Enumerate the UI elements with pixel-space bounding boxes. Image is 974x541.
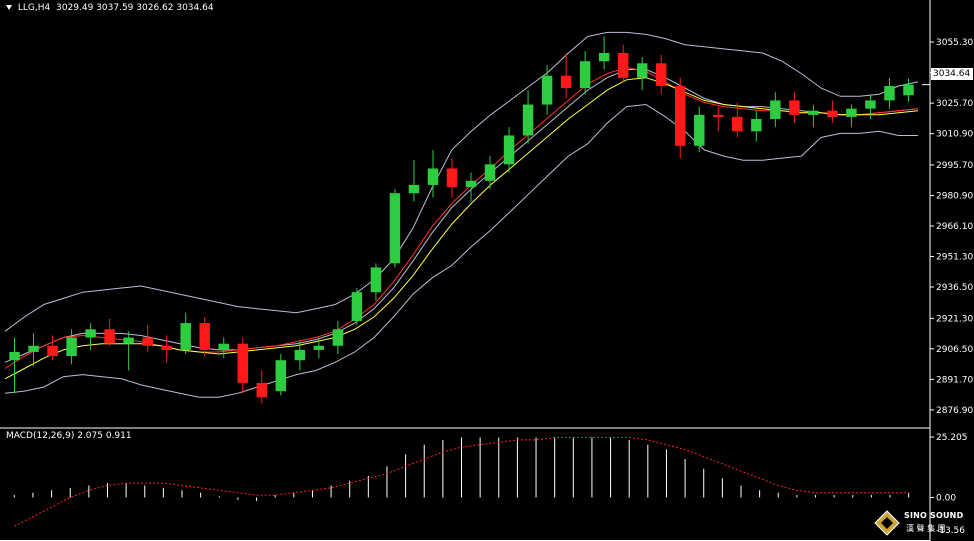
candle-body: [522, 104, 534, 136]
candle-body: [427, 168, 439, 185]
candle-body: [579, 61, 591, 89]
candle-body: [503, 135, 515, 165]
current-price-label: 3034.64: [931, 68, 973, 80]
dropdown-arrow-icon[interactable]: [6, 5, 12, 10]
candle-body: [865, 100, 876, 109]
candle-body: [47, 345, 58, 357]
candle-body: [161, 345, 172, 350]
price-tick-label: 2951.30: [936, 252, 973, 262]
candle-body: [199, 323, 210, 350]
price-tick-label: 2966.10: [936, 222, 973, 232]
logo-name: SINO SOUND: [904, 511, 964, 520]
price-tick-label: 2906.50: [936, 345, 973, 355]
candle-body: [446, 168, 458, 188]
candle-body: [218, 343, 229, 350]
candle-body: [9, 351, 20, 361]
candle-body: [541, 75, 553, 105]
candle-body: [389, 193, 401, 264]
symbol-label: LLG,H4: [17, 3, 51, 13]
price-tick-label: 3055.30: [936, 38, 973, 48]
series-line-bollinger-lower: [4, 103, 918, 398]
candle-body: [770, 100, 781, 119]
price-tick-label: 3025.70: [936, 99, 973, 109]
candle-body: [85, 329, 96, 338]
candle-body: [370, 267, 382, 293]
chart-window: 3055.303040.503025.703010.902995.702980.…: [0, 0, 974, 541]
candle-body: [66, 337, 77, 357]
series-line-bollinger-middle: [4, 69, 919, 363]
price-tick-label: 2891.70: [936, 375, 973, 385]
candle-body: [789, 100, 800, 115]
price-tick-label: 2980.90: [936, 191, 973, 201]
candle-body: [675, 85, 686, 146]
logo-chinese: 漢 聲 集 團: [906, 524, 946, 533]
macd-header: MACD(12,26,9) 2.075 0.911: [6, 431, 132, 441]
candle-body: [484, 164, 496, 181]
candle-body: [408, 184, 420, 194]
candle-body: [636, 63, 648, 78]
header-bar: LLG,H4 3029.49 3037.59 3026.62 3034.64: [6, 3, 214, 13]
series-line-ma-fast: [4, 66, 919, 369]
candle-body: [694, 114, 705, 146]
price-tick-label: 2921.30: [936, 314, 973, 324]
candle-body: [332, 329, 344, 346]
candle-body: [28, 345, 39, 352]
price-tick-label: 2936.50: [936, 283, 973, 293]
sino-sound-logo: SINO SOUND 漢 聲 集 團: [872, 508, 972, 540]
candle-body: [713, 114, 724, 117]
candle-body: [903, 84, 914, 96]
candle-body: [884, 85, 895, 101]
candle-body: [142, 337, 153, 346]
candle-body: [294, 349, 306, 361]
candle-body: [808, 110, 819, 115]
series-line-ma-slow: [4, 77, 919, 380]
candle-body: [351, 292, 363, 322]
macd-tick-label: 25.205: [936, 433, 968, 443]
series-line-bollinger-upper: [4, 31, 919, 332]
candle-body: [560, 75, 572, 89]
price-tick-label: 2995.70: [936, 161, 973, 171]
price-tick-label: 2876.90: [936, 406, 973, 416]
candle-body: [617, 52, 629, 78]
candle-body: [598, 52, 610, 62]
price-tick-label: 3010.90: [936, 130, 973, 140]
candle-body: [180, 323, 191, 350]
ohlc-values: 3029.49 3037.59 3026.62 3034.64: [56, 3, 214, 13]
candle-body: [237, 343, 248, 383]
candle-body: [104, 329, 115, 344]
candle-body: [751, 118, 762, 132]
candle-body: [827, 110, 838, 117]
candle-body: [275, 360, 287, 392]
candle-body: [655, 63, 667, 86]
candle-body: [846, 108, 857, 117]
candle-body: [732, 116, 743, 132]
candle-body: [256, 382, 268, 398]
chart-canvas[interactable]: 3055.303040.503025.703010.902995.702980.…: [0, 0, 974, 541]
candle-body: [465, 180, 477, 188]
candle-body: [123, 337, 134, 344]
candle-body: [313, 345, 325, 350]
macd-tick-label: 0.00: [936, 493, 956, 503]
logo-diamond-icon: [874, 510, 900, 536]
